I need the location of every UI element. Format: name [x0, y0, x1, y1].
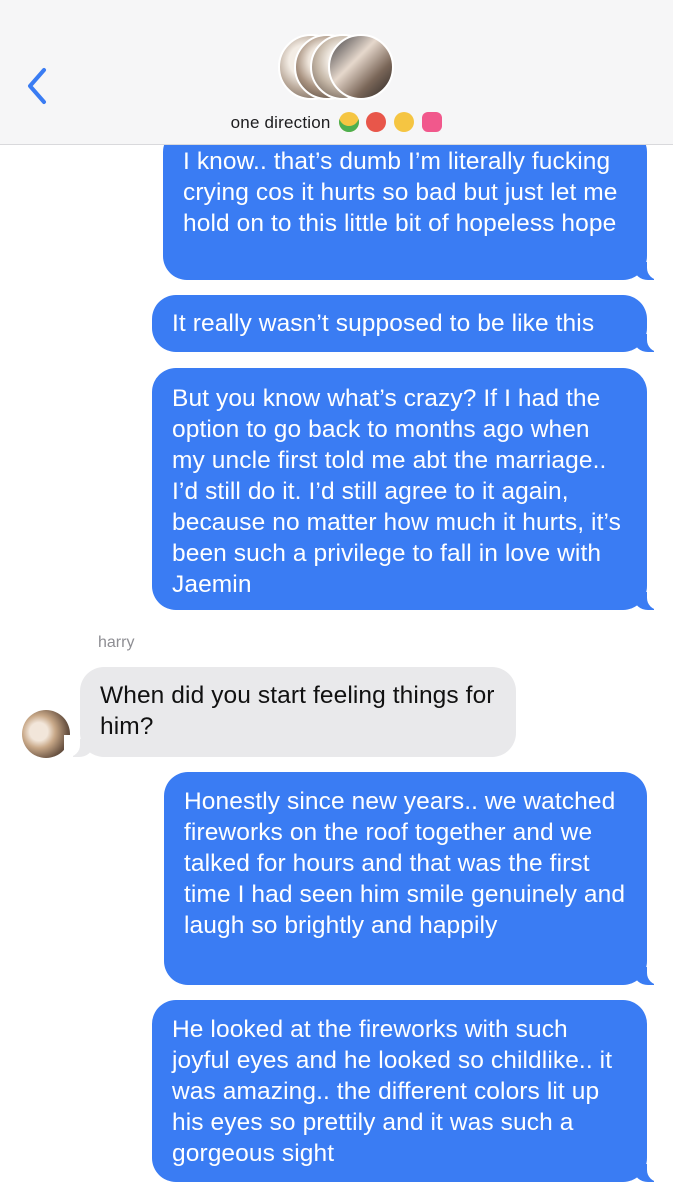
message-text: I know.. that’s dumb I’m literally fucki… — [183, 148, 618, 237]
message-bubble-outgoing[interactable]: I know.. that’s dumb I’m literally fucki… — [163, 128, 663, 280]
chevron-left-icon — [28, 68, 46, 104]
message-text: But you know what’s crazy? If I had the … — [172, 385, 621, 598]
sender-name: harry — [98, 634, 135, 651]
heart-with-ribbon-emoji — [422, 112, 443, 132]
money-mouth-face-emoji — [338, 112, 359, 132]
message-bubble-outgoing[interactable]: But you know what’s crazy? If I had the … — [152, 368, 663, 610]
sender-avatar[interactable] — [22, 710, 70, 758]
message-bubble-outgoing[interactable]: It really wasn’t supposed to be like thi… — [152, 295, 663, 352]
zany-face-emoji — [394, 112, 415, 132]
back-button[interactable] — [24, 66, 54, 106]
message-text: When did you start feeling things for hi… — [100, 682, 495, 740]
message-bubble-outgoing[interactable]: He looked at the fireworks with such joy… — [152, 1000, 663, 1182]
message-text: He looked at the fireworks with such joy… — [172, 1016, 613, 1167]
message-text: It really wasn’t supposed to be like thi… — [172, 310, 595, 337]
face-with-thermometer-emoji — [366, 112, 387, 132]
group-avatar-stack[interactable] — [278, 34, 398, 104]
conversation-title: one direction — [230, 113, 331, 132]
message-text: Honestly since new years.. we watched fi… — [184, 788, 626, 939]
conversation-title-row[interactable]: one direction — [0, 112, 673, 133]
conversation-header: one direction — [0, 0, 673, 145]
message-bubble-outgoing[interactable]: Honestly since new years.. we watched fi… — [164, 772, 663, 985]
message-bubble-incoming[interactable]: When did you start feeling things for hi… — [64, 667, 516, 757]
group-member-avatar — [328, 34, 394, 100]
